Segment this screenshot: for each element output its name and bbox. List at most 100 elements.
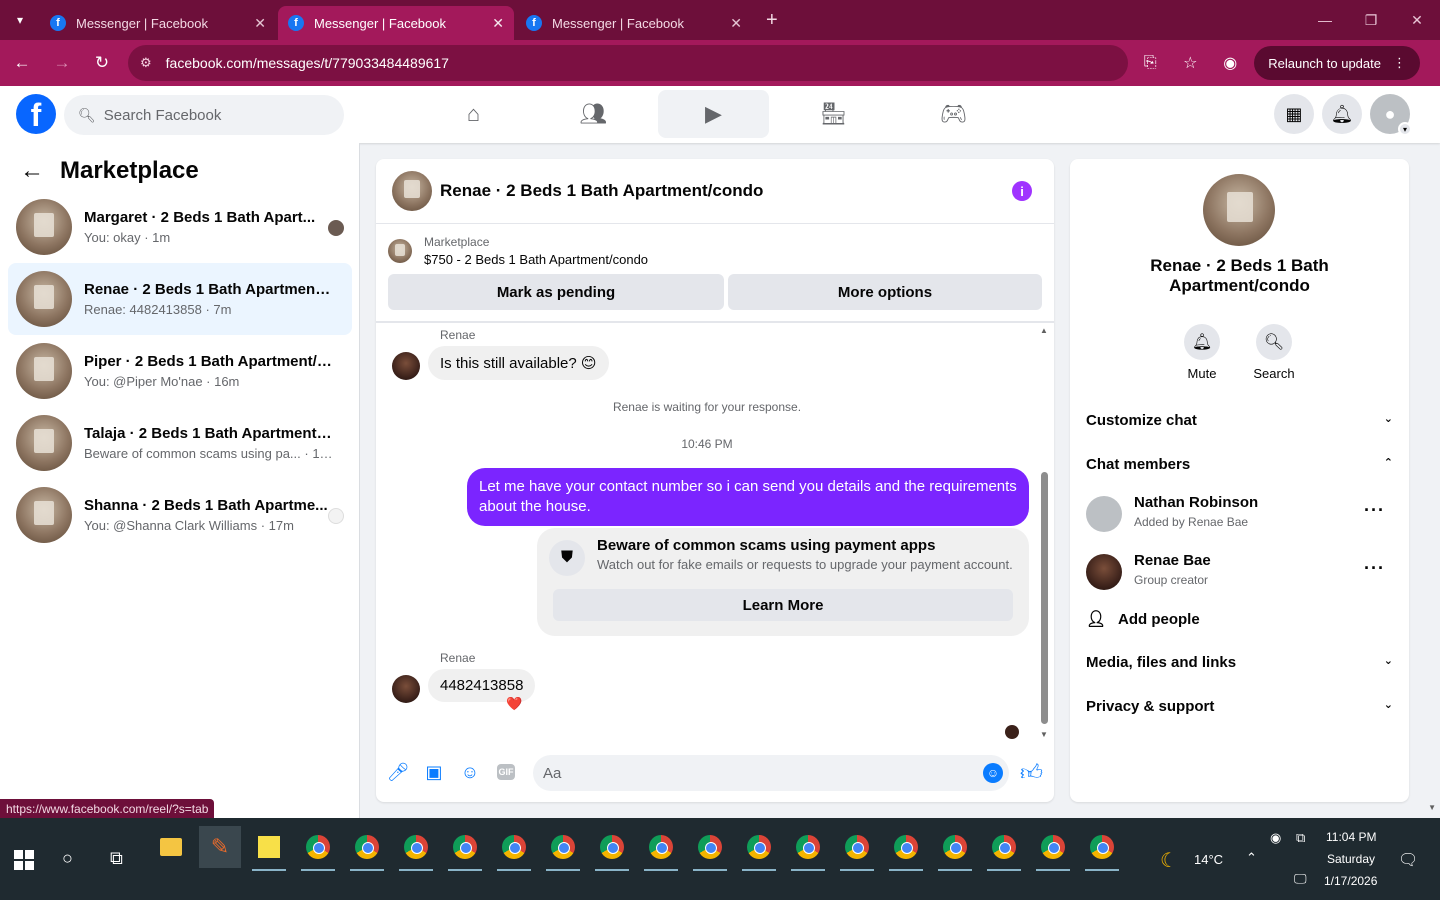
add-people-button[interactable]: 👤︎ Add people: [1086, 609, 1200, 629]
sender-avatar[interactable]: [392, 352, 420, 380]
chrome-icon[interactable]: [346, 826, 388, 871]
page-scroll-down-arrow-icon[interactable]: ▼: [1428, 803, 1436, 812]
kebab-menu-icon[interactable]: ⋮: [1393, 55, 1406, 71]
chat-title[interactable]: Renae · 2 Beds 1 Bath Apartment/condo: [440, 181, 763, 201]
chrome-icon[interactable]: [542, 826, 584, 871]
chrome-icon[interactable]: [444, 826, 486, 871]
gif-icon[interactable]: GIF: [497, 764, 515, 780]
account-avatar[interactable]: ● ▾: [1370, 94, 1412, 136]
member-row[interactable]: Renae Bae Group creator ···: [1086, 552, 1393, 596]
message-input[interactable]: Aa ☺: [533, 755, 1009, 791]
relaunch-button[interactable]: Relaunch to update ⋮: [1254, 46, 1420, 80]
browser-tab-1[interactable]: f Messenger | Facebook ✕: [40, 6, 276, 40]
more-horizontal-icon[interactable]: ···: [1364, 558, 1385, 579]
temperature[interactable]: 14°C: [1194, 852, 1223, 867]
chrome-icon[interactable]: [738, 826, 780, 871]
chrome-icon[interactable]: [787, 826, 829, 871]
file-explorer-icon[interactable]: [150, 826, 192, 868]
chrome-icon[interactable]: [885, 826, 927, 871]
notification-center-icon[interactable]: 🗨︎: [1398, 850, 1418, 870]
clock-time[interactable]: 11:04 PM: [1326, 830, 1376, 844]
facebook-logo-icon[interactable]: f: [16, 94, 56, 134]
chrome-icon[interactable]: [1081, 826, 1123, 871]
chrome-icon[interactable]: [493, 826, 535, 871]
microphone-icon[interactable]: 🎤︎: [387, 761, 410, 783]
chrome-icon[interactable]: [983, 826, 1025, 871]
back-arrow-icon[interactable]: ←: [20, 157, 44, 185]
tab-close-icon[interactable]: ✕: [254, 15, 266, 32]
facebook-search-input[interactable]: 🔍︎ Search Facebook: [64, 95, 344, 135]
menu-grid-icon[interactable]: ▦: [1274, 94, 1314, 134]
chrome-icon[interactable]: [297, 826, 339, 871]
record-icon[interactable]: ◉: [1270, 830, 1281, 846]
conversation-item-selected[interactable]: Renae · 2 Beds 1 Bath Apartment/c... Ren…: [8, 263, 352, 335]
tab-search-button[interactable]: ▾: [6, 6, 34, 34]
search-in-chat-button[interactable]: 🔍︎ Search: [1244, 324, 1304, 381]
reload-icon[interactable]: ↻: [84, 45, 120, 81]
tab-close-icon[interactable]: ✕: [730, 15, 742, 32]
forward-icon[interactable]: →: [44, 45, 80, 81]
profile-icon[interactable]: ◉: [1214, 45, 1246, 81]
tab-close-icon[interactable]: ✕: [492, 15, 504, 32]
more-options-button[interactable]: More options: [728, 274, 1042, 310]
sender-avatar[interactable]: [392, 675, 420, 703]
browser-tab-2[interactable]: f Messenger | Facebook ✕: [278, 6, 514, 40]
browser-tab-3[interactable]: f Messenger | Facebook ✕: [516, 6, 752, 40]
mark-as-pending-button[interactable]: Mark as pending: [388, 274, 724, 310]
chat-avatar[interactable]: [1203, 174, 1275, 246]
customize-chat-section[interactable]: Customize chat ⌄: [1086, 412, 1393, 429]
chrome-icon[interactable]: [1032, 826, 1074, 871]
home-icon[interactable]: ⌂: [418, 90, 529, 138]
chat-scrollbar[interactable]: ▲ ▼: [1038, 324, 1050, 739]
chrome-icon[interactable]: [640, 826, 682, 871]
scroll-up-arrow-icon[interactable]: ▲: [1040, 326, 1048, 335]
outgoing-message[interactable]: Let me have your contact number so i can…: [467, 468, 1029, 526]
heart-reaction-icon[interactable]: ❤️: [506, 696, 522, 712]
chrome-icon[interactable]: [934, 826, 976, 871]
chat-members-section[interactable]: Chat members ⌃: [1086, 456, 1393, 473]
chrome-icon[interactable]: [836, 826, 878, 871]
back-icon[interactable]: ←: [4, 45, 40, 81]
sticker-icon[interactable]: ☺: [460, 761, 480, 783]
privacy-support-section[interactable]: Privacy & support ⌄: [1086, 698, 1393, 715]
sticky-notes-icon[interactable]: [248, 826, 290, 871]
clock-date[interactable]: 1/17/2026: [1324, 874, 1377, 888]
thumbs-up-icon[interactable]: 👍︎: [1020, 759, 1043, 786]
search-circle-icon[interactable]: ○: [62, 848, 73, 869]
restore-icon[interactable]: ❐: [1348, 0, 1394, 40]
chrome-icon[interactable]: [591, 826, 633, 871]
pinned-app-icon[interactable]: ✎: [199, 826, 241, 868]
close-window-icon[interactable]: ✕: [1394, 0, 1440, 40]
conversation-item[interactable]: Piper · 2 Beds 1 Bath Apartment/c... You…: [8, 335, 352, 407]
chrome-icon[interactable]: [689, 826, 731, 871]
network-icon[interactable]: 🖵︎: [1294, 871, 1307, 887]
more-horizontal-icon[interactable]: ···: [1364, 500, 1385, 521]
media-files-section[interactable]: Media, files and links ⌄: [1086, 654, 1393, 671]
chrome-icon[interactable]: [395, 826, 437, 871]
video-icon[interactable]: ▶: [658, 90, 769, 138]
learn-more-button[interactable]: Learn More: [553, 589, 1013, 621]
listing-summary[interactable]: Marketplace $750 - 2 Beds 1 Bath Apartme…: [388, 235, 648, 267]
conversation-item[interactable]: Shanna · 2 Beds 1 Bath Apartme... You: @…: [8, 479, 352, 551]
member-row[interactable]: Nathan Robinson Added by Renae Bae ···: [1086, 494, 1393, 538]
info-icon[interactable]: i: [1012, 181, 1032, 201]
notifications-bell-icon[interactable]: 🔔︎: [1322, 94, 1362, 134]
weather-moon-icon[interactable]: ☾: [1160, 848, 1178, 873]
scrollbar-thumb[interactable]: [1041, 472, 1048, 724]
windows-start-icon[interactable]: [14, 850, 34, 870]
minimize-icon[interactable]: —: [1302, 0, 1348, 40]
site-info-icon[interactable]: ⚙: [140, 55, 152, 71]
tray-chevron-up-icon[interactable]: ⌃: [1246, 850, 1257, 866]
chat-listing-thumbnail[interactable]: [392, 171, 432, 211]
clock-day[interactable]: Saturday: [1327, 852, 1375, 866]
new-tab-button[interactable]: +: [766, 9, 778, 32]
address-bar[interactable]: ⚙ facebook.com/messages/t/77903348448961…: [128, 45, 1128, 81]
camera-icon[interactable]: ⧉: [1296, 830, 1305, 846]
friends-icon[interactable]: 👥︎: [538, 90, 649, 138]
conversation-item[interactable]: Talaja · 2 Beds 1 Bath Apartment/c... Be…: [8, 407, 352, 479]
install-app-icon[interactable]: ⎘: [1134, 45, 1166, 81]
task-view-icon[interactable]: ⧉: [110, 848, 123, 869]
mute-button[interactable]: 🔔︎ Mute: [1172, 324, 1232, 381]
incoming-message[interactable]: Is this still available? 😊: [428, 346, 609, 380]
emoji-icon[interactable]: ☺: [983, 763, 1003, 783]
